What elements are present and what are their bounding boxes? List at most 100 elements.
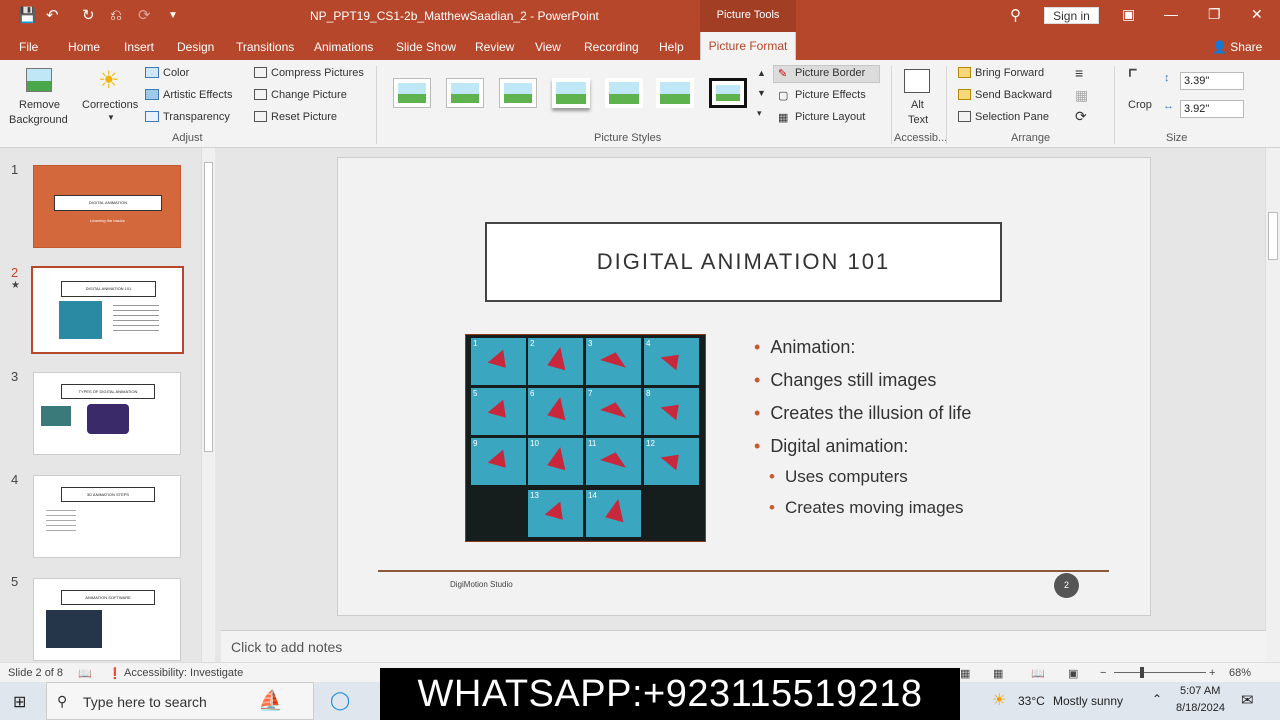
tab-insert[interactable]: Insert — [124, 40, 154, 54]
scrollbar-thumb[interactable] — [204, 162, 213, 452]
corrections-button[interactable]: Corrections — [82, 99, 138, 111]
close-button[interactable]: ✕ — [1251, 6, 1263, 23]
gallery-up-icon[interactable]: ▲ — [757, 68, 766, 78]
notifications-icon[interactable]: ✉ — [1241, 691, 1254, 709]
picture-style-2[interactable] — [446, 78, 484, 108]
spelling-icon[interactable]: 📖 — [78, 667, 92, 680]
rotate-icon[interactable]: ⟳ — [1075, 108, 1087, 125]
alt-text-label-2[interactable]: Text — [908, 114, 928, 126]
weather-text[interactable]: Mostly sunny — [1053, 694, 1123, 708]
height-field[interactable]: 3.39" — [1180, 72, 1244, 90]
corrections-dropdown-icon[interactable]: ▼ — [107, 113, 115, 122]
slide-show-icon[interactable]: ▣ — [1068, 667, 1078, 680]
accessibility-status[interactable]: Accessibility: Investigate — [124, 667, 243, 679]
reading-view-icon[interactable]: 📖 — [1031, 667, 1045, 680]
group-icon[interactable]: ▦ — [1075, 87, 1088, 104]
edge-icon[interactable]: ◯ — [330, 690, 350, 711]
zoom-in-button[interactable]: + — [1209, 667, 1215, 679]
tab-file[interactable]: File — [19, 40, 38, 54]
alt-text-label-1[interactable]: Alt — [911, 99, 924, 111]
scrollbar-thumb[interactable] — [1268, 212, 1278, 260]
slide-scrollbar[interactable] — [1265, 148, 1280, 662]
picture-style-4[interactable] — [552, 78, 590, 108]
bullet-item[interactable]: • Animation: — [754, 337, 855, 358]
artistic-effects-button[interactable]: Artistic Effects — [163, 89, 232, 101]
selection-pane-button[interactable]: Selection Pane — [975, 111, 1049, 123]
picture-style-5[interactable] — [605, 78, 643, 108]
animation-frames-picture[interactable]: 1 2 3 4 5 6 7 8 9 10 11 12 13 14 — [465, 334, 706, 542]
zoom-level[interactable]: 68% — [1229, 667, 1251, 679]
picture-style-1[interactable] — [393, 78, 431, 108]
bullet-item[interactable]: • Uses computers — [769, 467, 908, 487]
bullet-item[interactable]: • Changes still images — [754, 370, 936, 391]
weather-icon[interactable]: ☀ — [992, 690, 1006, 710]
tab-slide-show[interactable]: Slide Show — [396, 40, 456, 54]
crop-button[interactable]: Crop — [1128, 99, 1152, 111]
reset-picture-button[interactable]: Reset Picture — [271, 111, 337, 123]
color-button[interactable]: Color — [163, 67, 189, 79]
tab-review[interactable]: Review — [475, 40, 514, 54]
tab-help[interactable]: Help — [659, 40, 684, 54]
thumbnail-slide-3[interactable]: TYPES OF DIGITAL ANIMATION — [33, 372, 181, 455]
picture-effects-button[interactable]: Picture Effects — [795, 89, 866, 101]
search-icon[interactable]: ⚲ — [1010, 7, 1021, 25]
align-icon[interactable]: ≡ — [1075, 65, 1083, 81]
tab-transitions[interactable]: Transitions — [236, 40, 294, 54]
clock-time[interactable]: 5:07 AM — [1180, 685, 1220, 697]
picture-style-6[interactable] — [656, 78, 694, 108]
zoom-slider-thumb[interactable] — [1140, 667, 1144, 678]
bullet-item[interactable]: • Creates moving images — [769, 498, 964, 518]
temperature[interactable]: 33°C — [1018, 694, 1045, 708]
accessibility-icon[interactable]: ❗ — [108, 667, 122, 680]
remove-background-label-2[interactable]: Background — [9, 114, 68, 126]
tab-view[interactable]: View — [535, 40, 561, 54]
tab-design[interactable]: Design — [177, 40, 214, 54]
thumbnail-slide-1[interactable]: DIGITAL ANIMATION Learning the basics — [33, 165, 181, 248]
slide-sorter-icon[interactable]: ▦ — [993, 667, 1003, 680]
sign-in-button[interactable]: Sign in — [1044, 7, 1099, 24]
maximize-button[interactable]: ❐ — [1208, 6, 1221, 23]
thumbnail-slide-2[interactable]: DIGITAL ANIMATION 101 — [31, 266, 184, 354]
normal-view-icon[interactable]: ▦ — [960, 667, 970, 680]
change-picture-button[interactable]: Change Picture — [271, 89, 347, 101]
ribbon-display-icon[interactable]: ▣ — [1122, 6, 1135, 23]
tab-home[interactable]: Home — [68, 40, 100, 54]
clock-date[interactable]: 8/18/2024 — [1176, 702, 1225, 714]
repeat-icon[interactable]: ⟳ — [138, 7, 151, 25]
thumbnail-slide-4[interactable]: 3D ANIMATION STEPS — [33, 475, 181, 558]
compress-pictures-button[interactable]: Compress Pictures — [271, 67, 364, 79]
minimize-button[interactable]: — — [1164, 6, 1178, 22]
redo-icon[interactable]: ↻ — [82, 7, 95, 25]
transparency-button[interactable]: Transparency — [163, 111, 230, 123]
picture-style-3[interactable] — [499, 78, 537, 108]
bullet-item[interactable]: • Creates the illusion of life — [754, 403, 971, 424]
picture-style-7[interactable] — [709, 78, 747, 108]
tab-picture-format[interactable]: Picture Format — [700, 32, 796, 62]
gallery-more-icon[interactable]: ▾ — [757, 108, 762, 119]
notes-pane[interactable]: Click to add notes — [221, 630, 1266, 662]
taskbar-search-placeholder[interactable]: Type here to search — [83, 694, 207, 710]
picture-border-button[interactable]: Picture Border — [795, 67, 865, 79]
picture-layout-button[interactable]: Picture Layout — [795, 111, 865, 123]
corrections-icon[interactable]: ☀ — [98, 66, 120, 95]
thumbnail-slide-5[interactable]: ANIMATION SOFTWARE — [33, 578, 181, 661]
thumbnail-scrollbar[interactable] — [201, 148, 215, 662]
remove-background-icon[interactable] — [26, 68, 52, 92]
crop-icon[interactable]: ⌜ — [1127, 65, 1138, 94]
share-button[interactable]: 👤 Share — [1212, 40, 1262, 54]
save-icon[interactable]: 💾 — [18, 7, 37, 25]
present-icon[interactable]: ⎌ — [110, 7, 122, 25]
alt-text-icon[interactable] — [904, 69, 930, 93]
windows-start-icon[interactable]: ⊞ — [13, 692, 26, 712]
tray-chevron-icon[interactable]: ⌃ — [1152, 692, 1162, 706]
tab-recording[interactable]: Recording — [584, 40, 639, 54]
bullet-item[interactable]: • Digital animation: — [754, 436, 908, 457]
remove-background-label-1[interactable]: Remove — [19, 99, 60, 111]
slide-footer[interactable]: DigiMotion Studio — [450, 580, 513, 589]
customize-qat-icon[interactable]: ▼ — [168, 7, 178, 25]
gallery-down-icon[interactable]: ▼ — [757, 88, 766, 98]
zoom-out-button[interactable]: − — [1100, 667, 1106, 679]
undo-icon[interactable]: ↶ — [46, 7, 59, 25]
tab-animations[interactable]: Animations — [314, 40, 373, 54]
bring-forward-button[interactable]: Bring Forward — [975, 67, 1044, 79]
